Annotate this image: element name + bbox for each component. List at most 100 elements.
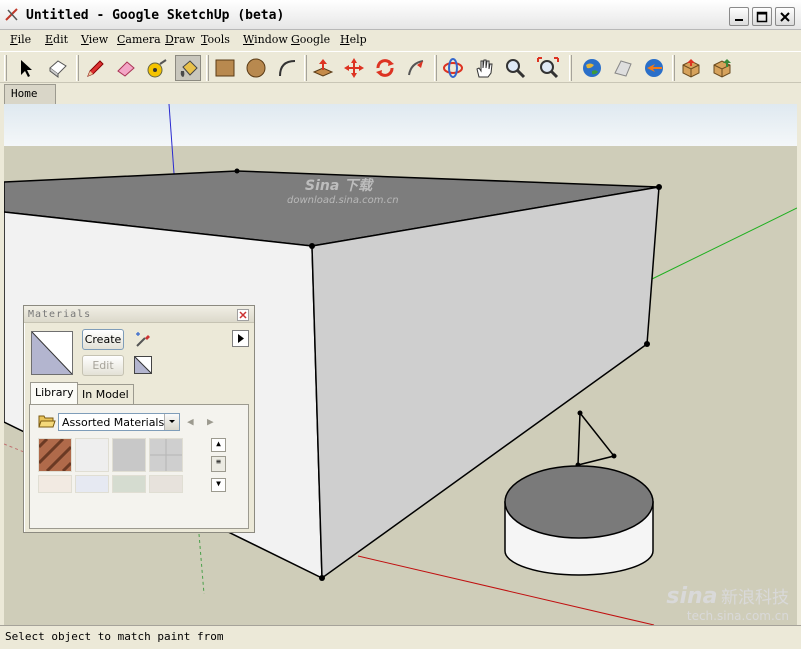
toolbar-separator	[569, 55, 572, 81]
sketchup-logo-icon	[5, 8, 18, 21]
forward-arrow-icon[interactable]: ▶	[207, 415, 214, 428]
circle-tool-button[interactable]	[243, 55, 269, 81]
paint-bucket-button[interactable]	[175, 55, 201, 81]
get-current-view-button[interactable]	[610, 55, 636, 81]
orbit-tool-button[interactable]	[440, 55, 466, 81]
materials-close-button[interactable]	[237, 309, 249, 321]
title-bar: Untitled - Google SketchUp (beta)	[0, 0, 801, 30]
eyedropper-icon	[136, 332, 150, 347]
material-swatch[interactable]	[75, 438, 109, 472]
zoom-tool-button[interactable]	[502, 55, 528, 81]
select-tool-button[interactable]	[13, 55, 39, 81]
select-icon	[21, 60, 32, 77]
sky	[4, 104, 797, 146]
follow-me-button[interactable]	[403, 55, 429, 81]
push-pull-button[interactable]	[310, 55, 336, 81]
folder-open-icon[interactable]	[38, 413, 56, 429]
status-bar: Select object to match paint from	[0, 625, 801, 649]
show-google-earth-button[interactable]	[579, 55, 605, 81]
sample-paint-button[interactable]	[134, 331, 152, 349]
place-model-button[interactable]	[641, 55, 667, 81]
scroll-up-button[interactable]: ▲	[211, 438, 226, 452]
materials-title-bar[interactable]: Materials	[24, 306, 254, 323]
minimize-icon	[735, 19, 743, 21]
paint-bucket-icon	[180, 60, 198, 77]
tab-library[interactable]: Library	[30, 382, 79, 405]
rectangle-icon	[215, 59, 235, 77]
material-swatch[interactable]	[112, 475, 146, 493]
material-swatch[interactable]	[38, 475, 72, 493]
menu-camera[interactable]: Camera	[117, 33, 161, 46]
tape-measure-button[interactable]	[144, 55, 170, 81]
close-icon	[239, 311, 247, 319]
toolbar-grip[interactable]	[4, 55, 7, 81]
materials-window[interactable]: Materials Create Edit Library In Model A…	[23, 305, 255, 533]
share-model-button[interactable]	[709, 55, 735, 81]
tab-in-model[interactable]: In Model	[77, 384, 134, 404]
menu-google[interactable]: Google	[291, 33, 330, 46]
scene-tabs: Home	[0, 83, 801, 104]
edit-material-button[interactable]: Edit	[82, 355, 124, 376]
material-swatch[interactable]	[149, 438, 183, 472]
make-component-button[interactable]	[45, 55, 71, 81]
materials-title: Materials	[28, 309, 92, 320]
scroll-down-button[interactable]: ▼	[211, 478, 226, 492]
pan-tool-button[interactable]	[471, 55, 497, 81]
current-material-preview	[31, 331, 73, 375]
maximize-button[interactable]	[752, 7, 772, 26]
toolbar-separator	[434, 55, 437, 81]
orbit-icon	[443, 58, 463, 78]
material-swatch[interactable]	[75, 475, 109, 493]
rotate-tool-button[interactable]	[372, 55, 398, 81]
move-tool-button[interactable]	[341, 55, 367, 81]
zoom-extents-icon	[537, 57, 559, 79]
menu-file[interactable]: File	[10, 33, 31, 46]
material-swatch[interactable]	[149, 475, 183, 493]
material-swatch[interactable]	[37, 437, 73, 473]
swatch-scrollbar[interactable]: ▲ ≡ ▼	[211, 438, 226, 492]
eraser-tool-button[interactable]	[113, 55, 139, 81]
arc-tool-button[interactable]	[274, 55, 300, 81]
menu-bar: File Edit View Camera Draw Tools Window …	[0, 30, 801, 50]
dropdown-button[interactable]	[164, 414, 179, 430]
toolbar-separator	[76, 55, 79, 81]
rectangle-tool-button[interactable]	[212, 55, 238, 81]
menu-tools[interactable]: Tools	[201, 33, 230, 46]
toolbar-separator	[206, 55, 209, 81]
toolbar-separator	[672, 55, 675, 81]
move-icon	[344, 58, 364, 78]
close-icon	[780, 12, 790, 22]
default-material-swatch[interactable]	[134, 356, 152, 374]
eraser-component-icon	[49, 60, 67, 78]
back-arrow-icon[interactable]: ◀	[187, 415, 194, 428]
arc-icon	[279, 60, 296, 77]
menu-view[interactable]: View	[81, 33, 108, 46]
sina-logo-text: sina	[666, 584, 718, 609]
library-select[interactable]: Assorted Materials	[58, 413, 180, 431]
close-button[interactable]	[775, 7, 795, 26]
get-models-button[interactable]	[678, 55, 704, 81]
watermark-sina: sina 新浪科技 tech.sina.com.cn	[666, 583, 789, 623]
main-toolbar	[0, 51, 801, 83]
get-models-icon	[682, 59, 700, 78]
pencil-icon	[87, 60, 104, 77]
scroll-thumb[interactable]: ≡	[211, 456, 226, 472]
scene-tab-home[interactable]: Home	[4, 84, 56, 104]
menu-draw[interactable]: Draw	[165, 33, 195, 46]
circle-icon	[246, 58, 266, 78]
share-model-icon	[713, 59, 731, 78]
details-button[interactable]	[232, 330, 249, 347]
menu-window[interactable]: Window	[243, 33, 288, 46]
zoom-icon	[506, 59, 526, 79]
watermark-url: download.sina.com.cn	[287, 195, 399, 206]
library-select-value: Assorted Materials	[62, 416, 165, 429]
menu-help[interactable]: Help	[340, 33, 367, 46]
pencil-tool-button[interactable]	[82, 55, 108, 81]
minimize-button[interactable]	[729, 7, 749, 26]
material-swatch[interactable]	[112, 438, 146, 472]
create-material-button[interactable]: Create	[82, 329, 124, 350]
menu-edit[interactable]: Edit	[45, 33, 68, 46]
zoom-extents-button[interactable]	[535, 55, 561, 81]
play-arrow-icon	[238, 334, 244, 343]
toolbar-separator	[304, 55, 307, 81]
